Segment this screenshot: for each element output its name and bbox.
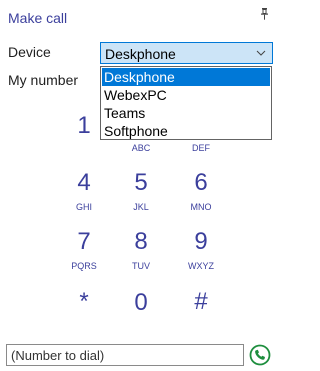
pin-icon[interactable] bbox=[260, 8, 269, 20]
phone-call-icon[interactable] bbox=[249, 344, 271, 366]
key-3-letters: DEF bbox=[192, 143, 210, 153]
key-2-letters: ABC bbox=[131, 143, 151, 153]
key-0[interactable]: 0 bbox=[117, 289, 165, 317]
key-5-letters: JKL bbox=[133, 202, 149, 212]
device-option-deskphone[interactable]: Deskphone bbox=[102, 68, 270, 86]
key-7[interactable]: 7 bbox=[60, 228, 108, 256]
my-number-label: My number bbox=[8, 72, 79, 88]
key-9[interactable]: 9 bbox=[177, 228, 225, 256]
device-select-value: Deskphone bbox=[105, 46, 176, 62]
key-6-letters: MNO bbox=[190, 202, 212, 212]
key-hash[interactable]: # bbox=[177, 288, 225, 316]
device-option-softphone[interactable]: Softphone bbox=[102, 122, 270, 140]
device-option-teams[interactable]: Teams bbox=[102, 104, 270, 122]
key-9-letters: WXYZ bbox=[188, 261, 214, 271]
key-8-letters: TUV bbox=[132, 261, 150, 271]
key-8[interactable]: 8 bbox=[117, 228, 165, 256]
window-title: Make call bbox=[8, 10, 68, 26]
device-dropdown-list: Deskphone WebexPC Teams Softphone bbox=[100, 66, 272, 140]
key-5[interactable]: 5 bbox=[117, 169, 165, 197]
key-4-letters: GHI bbox=[75, 202, 92, 212]
key-1[interactable]: 1 bbox=[60, 112, 108, 140]
device-label: Device bbox=[8, 44, 51, 60]
key-star[interactable]: * bbox=[60, 288, 108, 316]
chevron-down-icon bbox=[256, 50, 266, 56]
number-to-dial-input[interactable] bbox=[6, 344, 244, 366]
device-option-webexpc[interactable]: WebexPC bbox=[102, 86, 270, 104]
key-7-letters: PQRS bbox=[71, 261, 97, 271]
key-6[interactable]: 6 bbox=[177, 169, 225, 197]
key-4[interactable]: 4 bbox=[60, 169, 108, 197]
device-select[interactable]: Deskphone bbox=[100, 42, 273, 64]
